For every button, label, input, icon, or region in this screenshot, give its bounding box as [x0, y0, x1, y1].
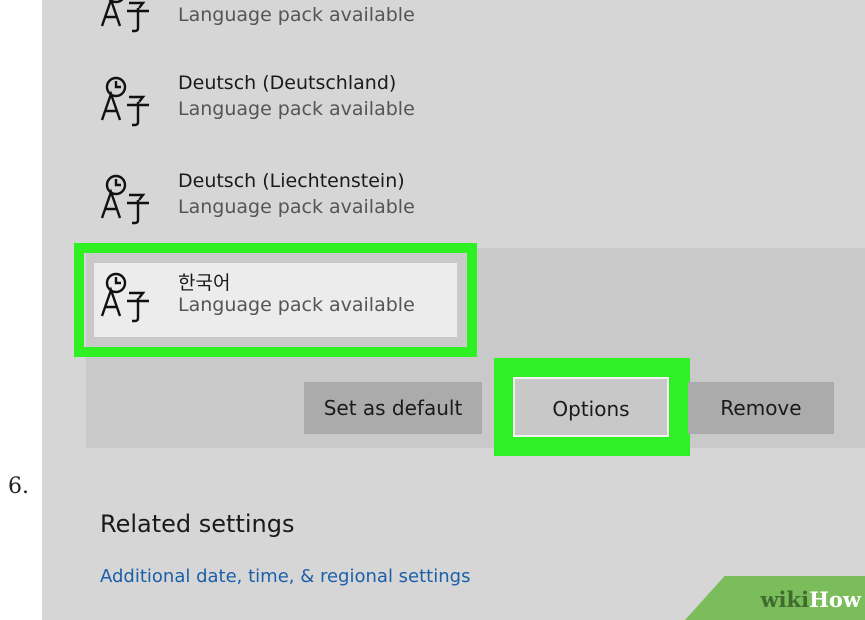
- language-pack-icon: [100, 272, 149, 323]
- language-item-korean[interactable]: 한국어 Language pack available: [100, 264, 480, 328]
- language-status: Language pack available: [178, 294, 415, 316]
- language-name: 한국어: [178, 272, 231, 294]
- language-item-deutsch-deutschland[interactable]: Deutsch (Deutschland) Language pack avai…: [100, 68, 480, 132]
- related-settings-heading: Related settings: [100, 510, 295, 538]
- watermark-wiki: wiki: [760, 587, 810, 612]
- language-settings-panel: Language pack available Deutsch (Deutsch…: [42, 0, 865, 620]
- step-number: 6.: [8, 474, 29, 499]
- remove-button[interactable]: Remove: [688, 382, 834, 434]
- wikihow-watermark: wikiHow: [760, 587, 861, 612]
- language-pack-icon: [100, 76, 149, 127]
- regional-settings-link[interactable]: Additional date, time, & regional settin…: [100, 566, 470, 587]
- language-item-deutsch-liechtenstein[interactable]: Deutsch (Liechtenstein) Language pack av…: [100, 166, 480, 230]
- language-status: Language pack available: [178, 196, 415, 218]
- language-name: Deutsch (Liechtenstein): [178, 170, 405, 192]
- language-status: Language pack available: [178, 4, 415, 26]
- watermark-how: How: [809, 587, 861, 612]
- language-name: Deutsch (Deutschland): [178, 72, 397, 94]
- language-pack-icon: [100, 174, 149, 225]
- language-pack-icon: [100, 0, 149, 33]
- set-as-default-button[interactable]: Set as default: [304, 382, 482, 434]
- options-button[interactable]: Options: [513, 377, 669, 437]
- language-item[interactable]: Language pack available: [100, 0, 480, 38]
- language-status: Language pack available: [178, 98, 415, 120]
